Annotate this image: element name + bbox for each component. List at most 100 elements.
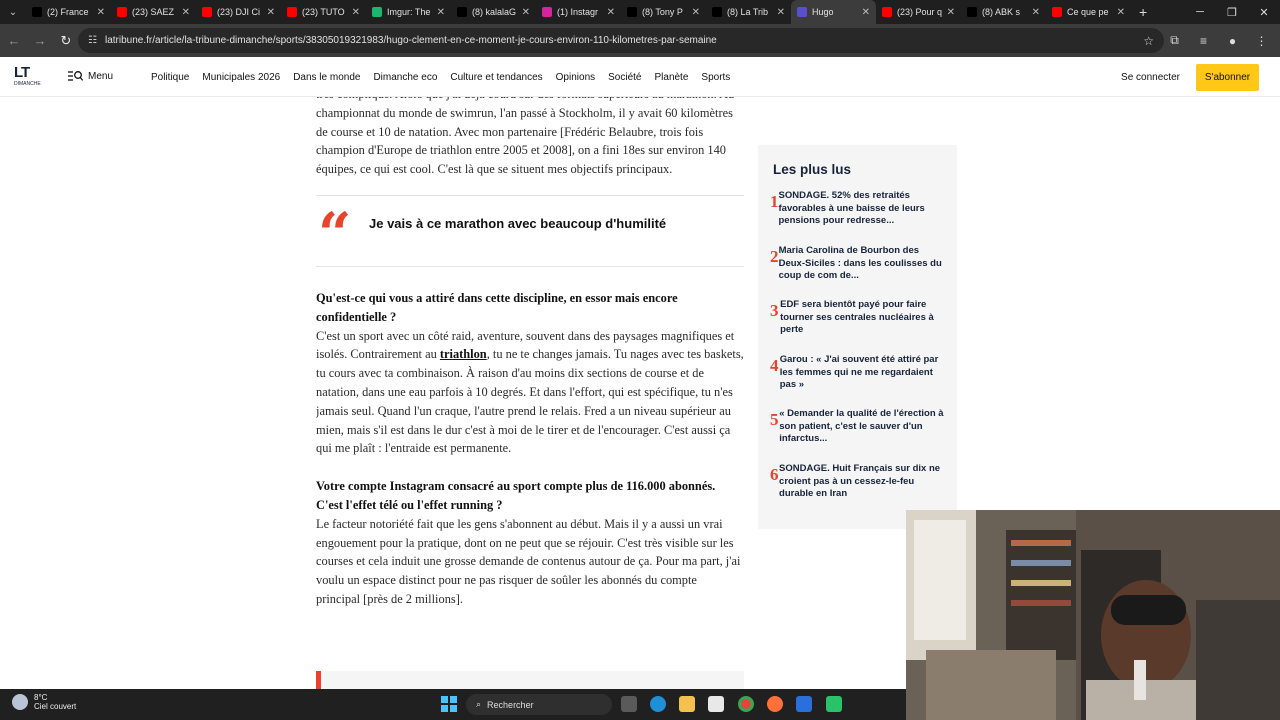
most-read-title: « Demander la qualité de l'érection à so… [779,408,944,445]
url-text: latribune.fr/article/la-tribune-dimanche… [104,35,717,46]
most-read-item[interactable]: 5 « Demander la qualité de l'érection à s… [770,408,946,446]
nav-item[interactable]: Dans le monde [293,72,360,83]
tab-title: (2) France [47,7,89,17]
most-read-item[interactable]: 2 Maria Carolina de Bourbon des Deux-Sici… [770,245,946,283]
forward-icon[interactable]: → [28,29,52,53]
store-icon[interactable] [708,696,724,712]
os-taskbar: 8°C Ciel couvert ⌕ Rechercher [0,689,906,720]
more-menu-icon[interactable]: ⋮ [1249,28,1274,53]
menu-search-icon [68,71,83,81]
nav-item[interactable]: Dimanche eco [373,72,437,83]
youtube-icon [287,7,297,17]
media-controls-icon[interactable]: ≡ [1191,28,1216,53]
browser-tab-strip: ⌄ (2) France ✕ (23) SAEZ ✕ (23) DJI Ci ✕ (23) … [0,0,1280,24]
instagram-icon [542,7,552,17]
bookmark-star-icon[interactable]: ☆ [1143,34,1154,48]
nav-item[interactable]: Planète [654,72,688,83]
browser-tab[interactable]: (8) kalalaG ✕ [451,0,536,24]
close-tab-icon[interactable]: ✕ [777,7,785,18]
most-read-item[interactable]: 1 SONDAGE. 52% des retraités favorables à… [770,190,946,228]
app-icon[interactable] [796,696,812,712]
article-paragraph: très compliqué. Alors que j'ai déjà cour… [316,97,734,177]
login-button[interactable]: Se connecter [1113,65,1188,90]
taskbar-search[interactable]: ⌕ Rechercher [466,694,612,715]
close-window-icon[interactable]: ✕ [1248,0,1280,24]
browser-tab[interactable]: Hugo ✕ [791,0,876,24]
nav-item[interactable]: Culture et tendances [450,72,542,83]
nav-item[interactable]: Société [608,72,641,83]
rank-number: 1 [770,192,779,211]
new-tab-icon[interactable]: + [1139,4,1147,20]
chrome-icon[interactable] [738,696,754,712]
triathlon-link[interactable]: triathlon [440,347,487,361]
most-read-title: SONDAGE. 52% des retraités favorables à … [778,190,925,227]
extensions-icon[interactable]: ⧉ [1162,28,1187,53]
close-tab-icon[interactable]: ✕ [182,7,190,18]
minimize-icon[interactable]: ─ [1184,0,1216,24]
nav-item[interactable]: Opinions [556,72,595,83]
rank-number: 3 [770,301,779,320]
firefox-icon[interactable] [767,696,783,712]
browser-tab[interactable]: (23) Pour q ✕ [876,0,961,24]
browser-tab[interactable]: (23) SAEZ ✕ [111,0,196,24]
tab-title: (23) SAEZ [132,7,175,17]
weather-widget[interactable]: 8°C Ciel couvert [12,693,76,711]
nav-item[interactable]: Municipales 2026 [202,72,280,83]
browser-tab[interactable]: (8) ABK s ✕ [961,0,1046,24]
browser-tab[interactable]: (23) DJI Ci ✕ [196,0,281,24]
task-view-icon[interactable] [621,696,637,712]
tab-title: (8) La Trib [727,7,769,17]
address-bar[interactable]: ☷ latribune.fr/article/la-tribune-dimanc… [78,28,1164,53]
close-tab-icon[interactable]: ✕ [522,7,530,18]
file-explorer-icon[interactable] [679,696,695,712]
reload-icon[interactable]: ↻ [54,29,78,53]
maximize-icon[interactable]: ❐ [1216,0,1248,24]
browser-tab[interactable]: (8) La Trib ✕ [706,0,791,24]
tab-title: (8) kalalaG [472,7,517,17]
tab-search-icon[interactable]: ⌄ [0,0,26,24]
close-tab-icon[interactable]: ✕ [1032,7,1040,18]
start-button-icon[interactable] [441,696,457,712]
tab-title: (23) TUTO [302,7,345,17]
back-icon[interactable]: ← [2,29,26,53]
close-tab-icon[interactable]: ✕ [352,7,360,18]
browser-toolbar: ← → ↻ ☷ latribune.fr/article/la-tribune-… [0,24,1280,57]
close-tab-icon[interactable]: ✕ [97,7,105,18]
rank-number: 5 [770,410,779,429]
profile-icon[interactable]: ● [1220,28,1245,53]
browser-tab[interactable]: (1) Instagr ✕ [536,0,621,24]
weather-text: Ciel couvert [34,702,77,711]
youtube-icon [1052,7,1062,17]
tab-title: Ce que pe [1067,7,1109,17]
close-tab-icon[interactable]: ✕ [607,7,615,18]
tab-title: Imgur: The [387,7,431,17]
most-read-item[interactable]: 3 EDF sera bientôt payé pour faire tourne… [770,299,946,337]
nav-item[interactable]: Politique [151,72,189,83]
app-icon[interactable] [826,696,842,712]
quote-mark-icon: “ [318,199,352,268]
site-header: LT DIMANCHE Menu Politique Municipales 20… [0,57,1280,97]
close-tab-icon[interactable]: ✕ [1117,7,1125,18]
site-logo[interactable]: LT DIMANCHE [14,65,41,90]
rank-number: 6 [770,465,779,484]
pull-quote-text: Je vais à ce marathon avec beaucoup d'hu… [369,215,667,231]
close-tab-icon[interactable]: ✕ [947,7,955,18]
close-tab-icon[interactable]: ✕ [267,7,275,18]
close-tab-icon[interactable]: ✕ [862,7,870,18]
browser-tab[interactable]: (2) France ✕ [26,0,111,24]
nav-item[interactable]: Sports [701,72,730,83]
close-tab-icon[interactable]: ✕ [692,7,700,18]
most-read-item[interactable]: 6 SONDAGE. Huit Français sur dix ne croie… [770,463,946,501]
pull-quote: “ Je vais à ce marathon avec beaucoup d'… [316,194,744,268]
site-info-icon[interactable]: ☷ [88,35,97,46]
browser-tab[interactable]: (23) TUTO ✕ [281,0,366,24]
browser-tab[interactable]: Imgur: The ✕ [366,0,451,24]
edge-icon[interactable] [650,696,666,712]
most-read-item[interactable]: 4 Garou : « J'ai souvent été attiré par l… [770,354,946,392]
main-nav: Politique Municipales 2026 Dans le monde Di… [151,72,730,83]
browser-tab[interactable]: (8) Tony P ✕ [621,0,706,24]
menu-button[interactable]: Menu [68,70,113,82]
subscribe-button[interactable]: S'abonner [1196,64,1259,91]
browser-tab[interactable]: Ce que pe ✕ [1046,0,1131,24]
close-tab-icon[interactable]: ✕ [437,7,445,18]
